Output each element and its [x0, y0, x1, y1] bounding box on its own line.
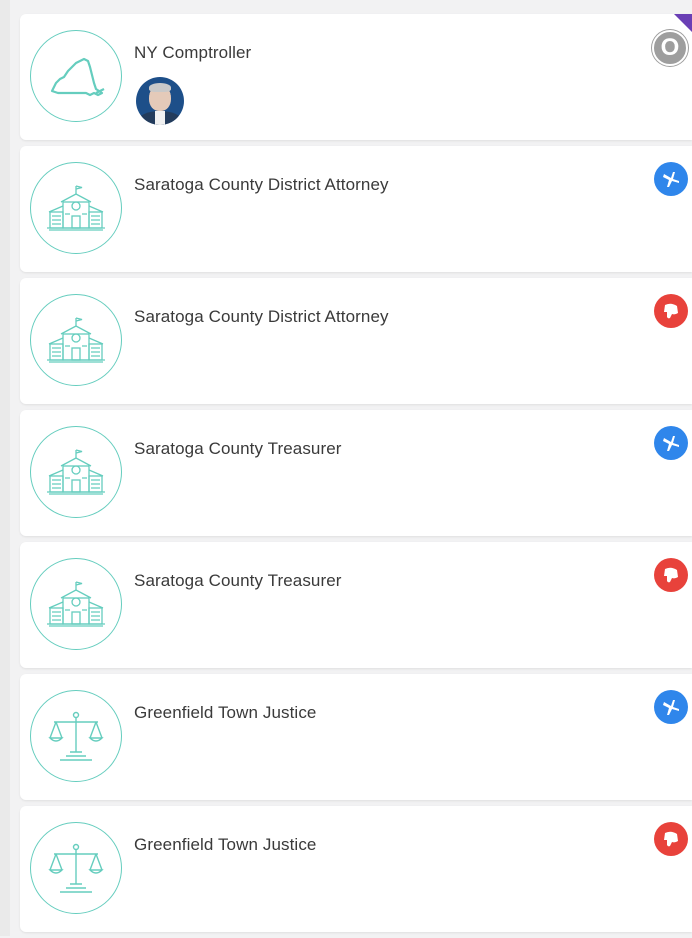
- scales-of-justice-icon: [30, 690, 122, 782]
- office-title: Saratoga County Treasurer: [134, 571, 342, 590]
- office-title: NY Comptroller: [134, 43, 252, 62]
- office-title: Saratoga County District Attorney: [134, 307, 389, 326]
- donkey-icon: [663, 172, 679, 187]
- office-card[interactable]: Saratoga County Treasurer: [20, 410, 692, 536]
- office-title: Saratoga County Treasurer: [134, 439, 342, 458]
- office-card[interactable]: Saratoga County District Attorney: [20, 146, 692, 272]
- party-badge-democrat: [654, 162, 688, 196]
- party-badge-other: O: [652, 30, 688, 66]
- corner-flag: [674, 14, 692, 32]
- office-title: Greenfield Town Justice: [134, 703, 317, 722]
- ny-state-icon: [30, 30, 122, 122]
- candidate-avatar[interactable]: [136, 77, 184, 125]
- party-badge-democrat: [654, 690, 688, 724]
- party-badge-republican: [654, 822, 688, 856]
- scales-of-justice-icon: [30, 822, 122, 914]
- office-title: Greenfield Town Justice: [134, 835, 317, 854]
- office-card[interactable]: Saratoga County Treasurer: [20, 542, 692, 668]
- other-party-icon: O: [660, 34, 680, 61]
- office-title: Saratoga County District Attorney: [134, 175, 389, 194]
- left-edge-strip: [0, 0, 10, 936]
- party-badge-republican: [654, 294, 688, 328]
- elephant-icon: [664, 303, 678, 319]
- office-list: NY Comptroller O Saratoga County Distric…: [20, 14, 692, 938]
- office-card[interactable]: NY Comptroller O: [20, 14, 692, 140]
- elephant-icon: [664, 567, 678, 583]
- donkey-icon: [663, 700, 679, 715]
- office-card[interactable]: Greenfield Town Justice: [20, 806, 692, 932]
- county-building-icon: [30, 426, 122, 518]
- county-building-icon: [30, 558, 122, 650]
- county-building-icon: [30, 162, 122, 254]
- elephant-icon: [664, 831, 678, 847]
- county-building-icon: [30, 294, 122, 386]
- office-card[interactable]: Greenfield Town Justice: [20, 674, 692, 800]
- party-badge-republican: [654, 558, 688, 592]
- donkey-icon: [663, 436, 679, 451]
- party-badge-democrat: [654, 426, 688, 460]
- office-card[interactable]: Saratoga County District Attorney: [20, 278, 692, 404]
